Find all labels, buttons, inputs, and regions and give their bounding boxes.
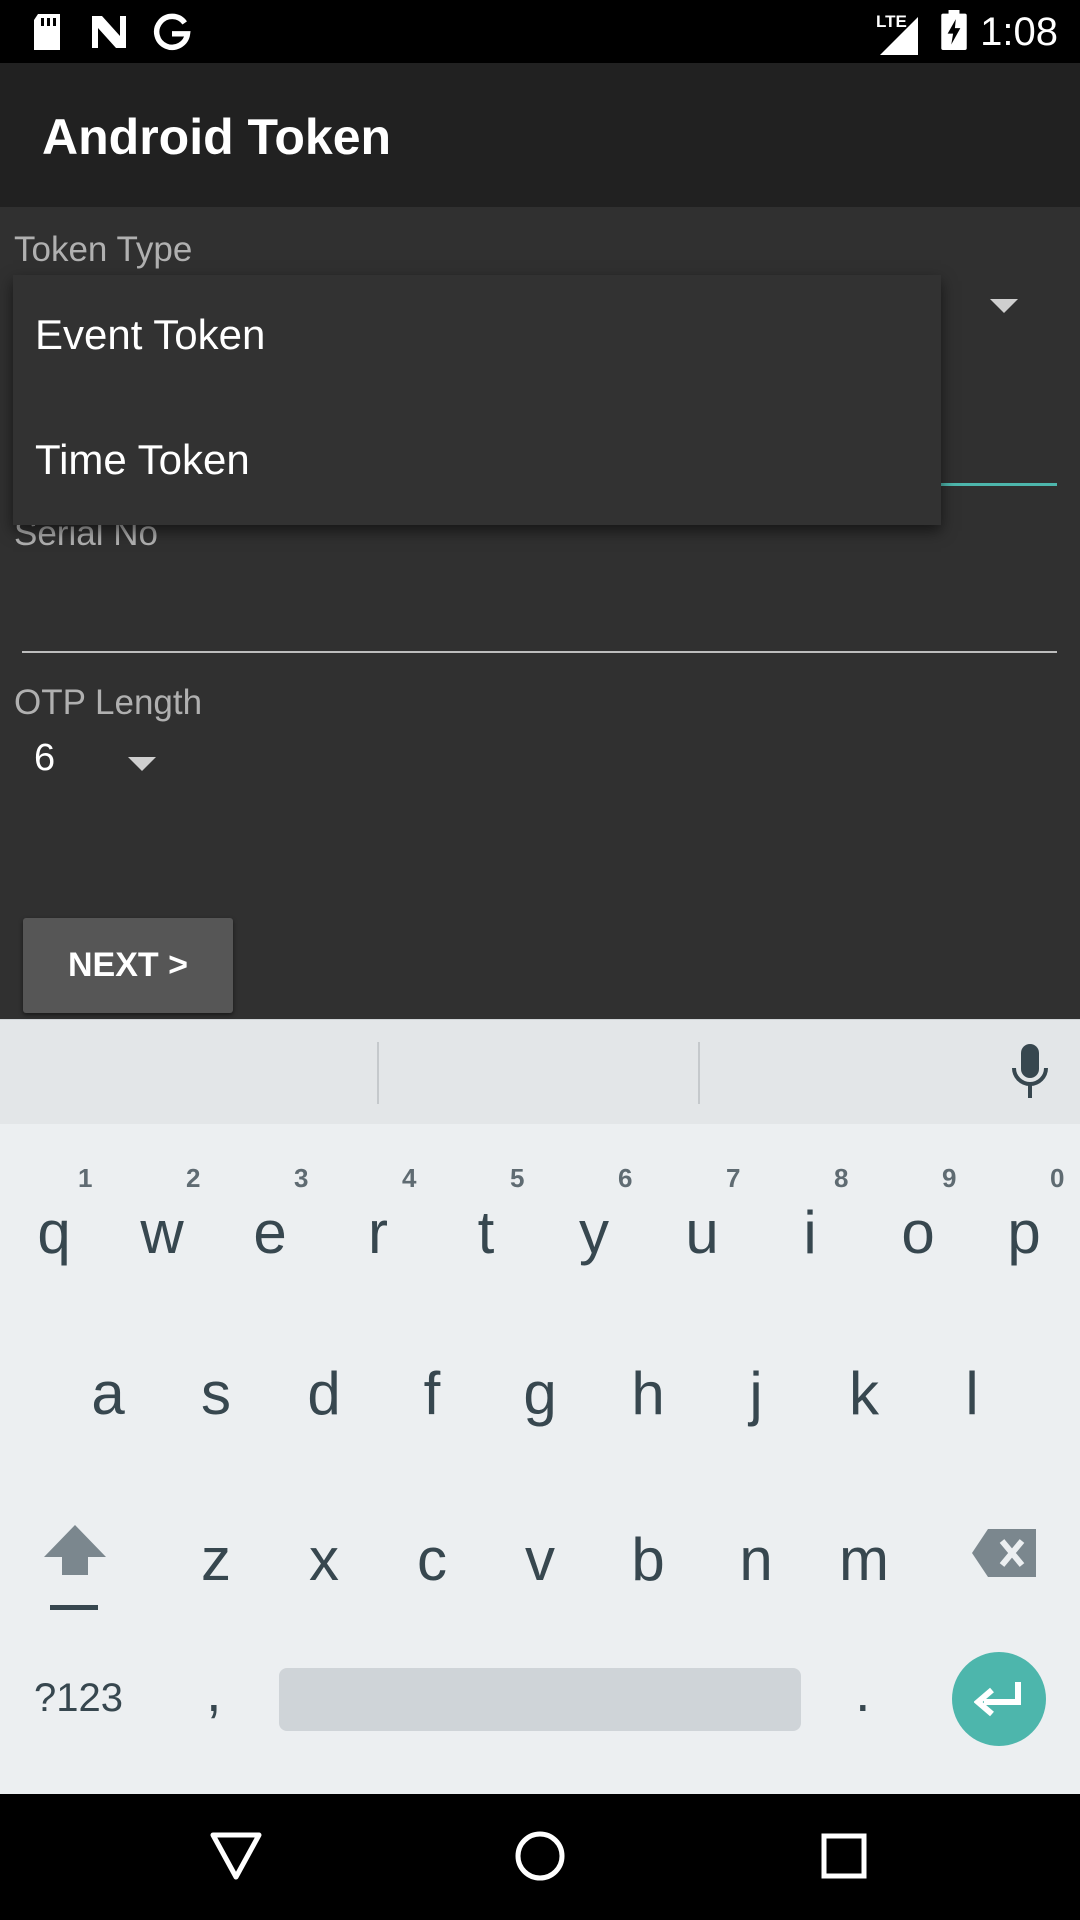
keyboard-row-3: z x c v b n m [0, 1465, 1080, 1625]
key-f[interactable]: f [382, 1359, 482, 1428]
key-s[interactable]: s [166, 1359, 266, 1428]
key-k[interactable]: k [814, 1359, 914, 1428]
key-m[interactable]: m [814, 1525, 914, 1594]
suggestion-divider [377, 1042, 379, 1104]
signal-icon [880, 17, 918, 55]
otp-length-value: 6 [34, 737, 56, 779]
google-icon [153, 13, 191, 51]
soft-keyboard: 1q 2w 3e 4r 5t 6y 7u 8i 9o 0p a s d f g … [0, 1019, 1080, 1794]
key-i[interactable]: 8i [760, 1123, 860, 1283]
backspace-icon[interactable] [972, 1529, 1036, 1577]
keyboard-row-1: 1q 2w 3e 4r 5t 6y 7u 8i 9o 0p [0, 1123, 1080, 1288]
otp-length-label: OTP Length [14, 683, 203, 722]
key-x[interactable]: x [274, 1525, 374, 1594]
comma-key[interactable]: , [206, 1659, 222, 1724]
space-bar[interactable] [279, 1668, 801, 1731]
key-g[interactable]: g [490, 1359, 590, 1428]
dropdown-option-time-token[interactable]: Time Token [13, 400, 941, 525]
token-type-dropdown-arrow-icon[interactable] [990, 299, 1018, 313]
app-bar: Android Token [0, 63, 1080, 207]
token-type-label: Token Type [14, 230, 193, 269]
recents-icon[interactable] [821, 1833, 867, 1879]
clock: 1:08 [980, 10, 1058, 54]
key-y[interactable]: 6y [544, 1123, 644, 1283]
app-title: Android Token [42, 109, 392, 165]
key-a[interactable]: a [58, 1359, 158, 1428]
keyboard-row-2: a s d f g h j k l [0, 1299, 1080, 1459]
microphone-icon[interactable] [1010, 1044, 1050, 1100]
key-b[interactable]: b [598, 1525, 698, 1594]
sd-card-icon [34, 14, 60, 50]
next-button[interactable]: NEXT > [23, 918, 233, 1013]
n-notification-icon [92, 16, 126, 48]
suggestion-divider [698, 1042, 700, 1104]
home-icon[interactable] [515, 1831, 565, 1881]
key-c[interactable]: c [382, 1525, 482, 1594]
enter-button[interactable] [952, 1652, 1046, 1746]
back-icon[interactable] [210, 1832, 262, 1880]
dropdown-option-event-token[interactable]: Event Token [13, 275, 941, 400]
key-t[interactable]: 5t [436, 1123, 536, 1283]
serial-no-underline [22, 651, 1057, 653]
key-u[interactable]: 7u [652, 1123, 752, 1283]
key-w[interactable]: 2w [112, 1123, 212, 1283]
key-d[interactable]: d [274, 1359, 374, 1428]
symbols-key[interactable]: ?123 [34, 1676, 123, 1721]
otp-length-spinner[interactable]: 6 [22, 727, 172, 797]
key-j[interactable]: j [706, 1359, 806, 1428]
key-l[interactable]: l [922, 1359, 1022, 1428]
key-e[interactable]: 3e [220, 1123, 320, 1283]
suggestion-strip [0, 1019, 1080, 1124]
key-n[interactable]: n [706, 1525, 806, 1594]
key-h[interactable]: h [598, 1359, 698, 1428]
navigation-bar [0, 1794, 1080, 1920]
otp-length-dropdown-arrow-icon [128, 757, 156, 771]
key-p[interactable]: 0p [974, 1123, 1074, 1283]
key-o[interactable]: 9o [868, 1123, 968, 1283]
period-key[interactable]: . [855, 1659, 871, 1724]
key-v[interactable]: v [490, 1525, 590, 1594]
battery-charging-icon [941, 10, 967, 50]
serial-no-input[interactable] [22, 557, 1057, 657]
status-bar: LTE 1:08 [0, 0, 1080, 63]
shift-icon[interactable] [42, 1525, 108, 1615]
key-z[interactable]: z [166, 1525, 266, 1594]
token-type-underline [940, 483, 1057, 486]
enter-icon [974, 1682, 1021, 1717]
token-type-dropdown-menu: Event Token Time Token [13, 275, 941, 525]
key-q[interactable]: 1q [4, 1123, 104, 1283]
key-r[interactable]: 4r [328, 1123, 428, 1283]
